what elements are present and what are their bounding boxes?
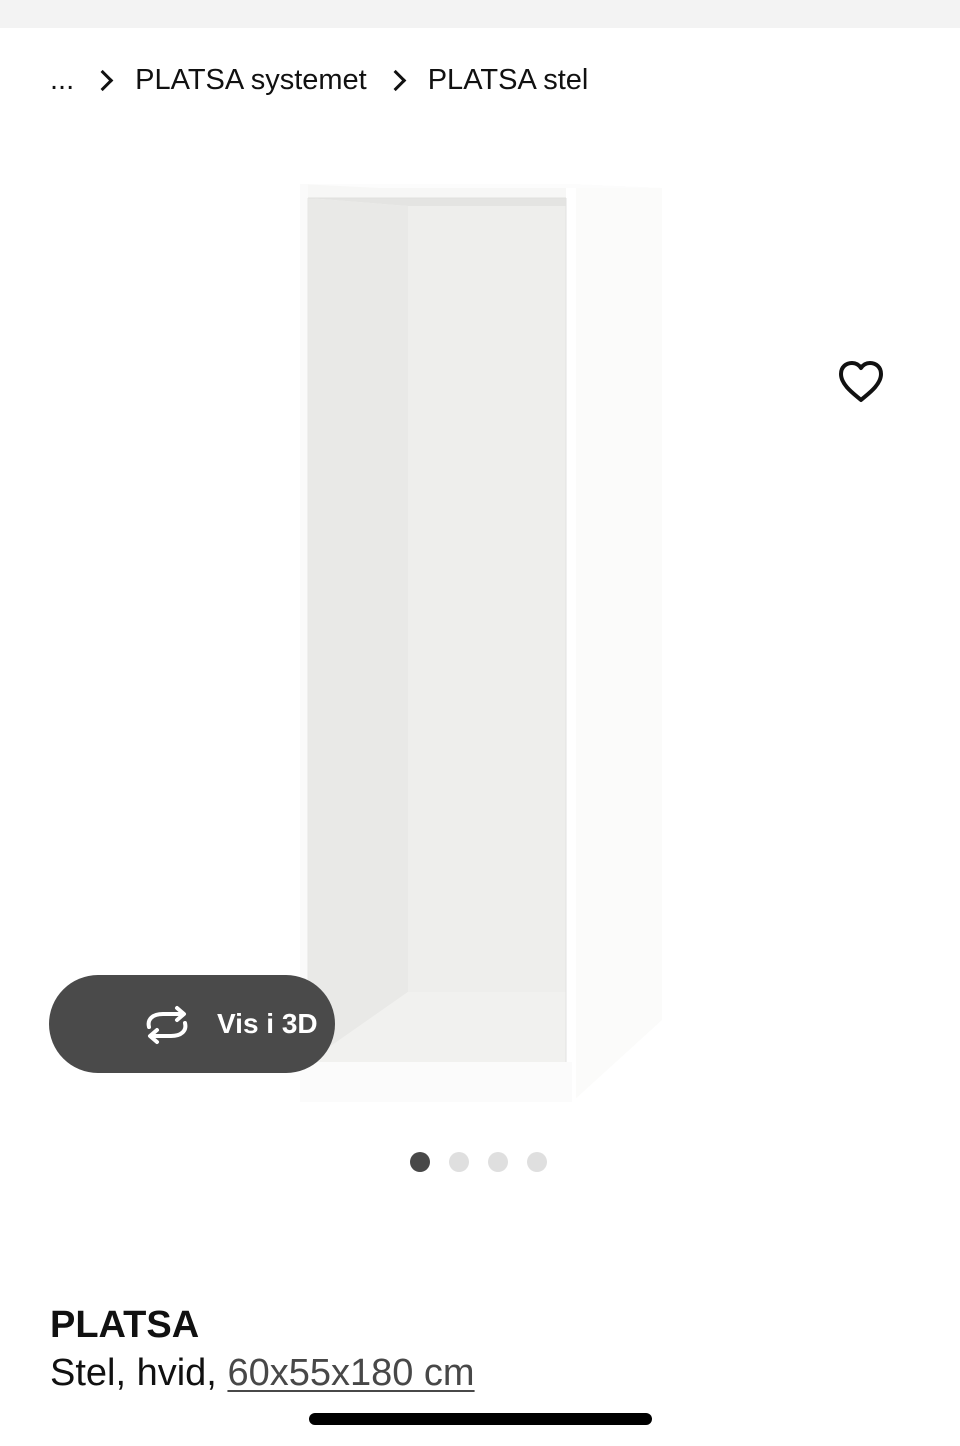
carousel-dots — [410, 1152, 547, 1172]
chevron-right-icon — [92, 69, 114, 91]
carousel-dot-2[interactable] — [449, 1152, 469, 1172]
carousel-dot-3[interactable] — [488, 1152, 508, 1172]
favorite-button[interactable] — [813, 334, 909, 430]
top-strip — [0, 0, 960, 28]
view-in-3d-button[interactable]: Vis i 3D — [49, 975, 335, 1073]
product-description: Stel, hvid, 60x55x180 cm — [50, 1352, 475, 1395]
breadcrumb: ... PLATSA systemet PLATSA stel — [50, 58, 588, 102]
product-desc-prefix: Stel, hvid, — [50, 1352, 217, 1394]
carousel-dot-1[interactable] — [410, 1152, 430, 1172]
product-size-link[interactable]: 60x55x180 cm — [227, 1352, 474, 1394]
home-indicator — [309, 1413, 652, 1425]
product-page: ... PLATSA systemet PLATSA stel Vis i 3D… — [0, 0, 960, 1446]
heart-icon — [839, 361, 883, 402]
chevron-right-icon — [384, 69, 406, 91]
product-name: PLATSA — [50, 1304, 200, 1346]
breadcrumb-platsa-systemet[interactable]: PLATSA systemet — [135, 64, 367, 97]
breadcrumb-more[interactable]: ... — [50, 64, 74, 97]
breadcrumb-platsa-stel[interactable]: PLATSA stel — [428, 64, 589, 97]
rotate-arrows-icon — [146, 1006, 188, 1044]
carousel-dot-4[interactable] — [527, 1152, 547, 1172]
view-in-3d-label: Vis i 3D — [217, 1008, 318, 1039]
